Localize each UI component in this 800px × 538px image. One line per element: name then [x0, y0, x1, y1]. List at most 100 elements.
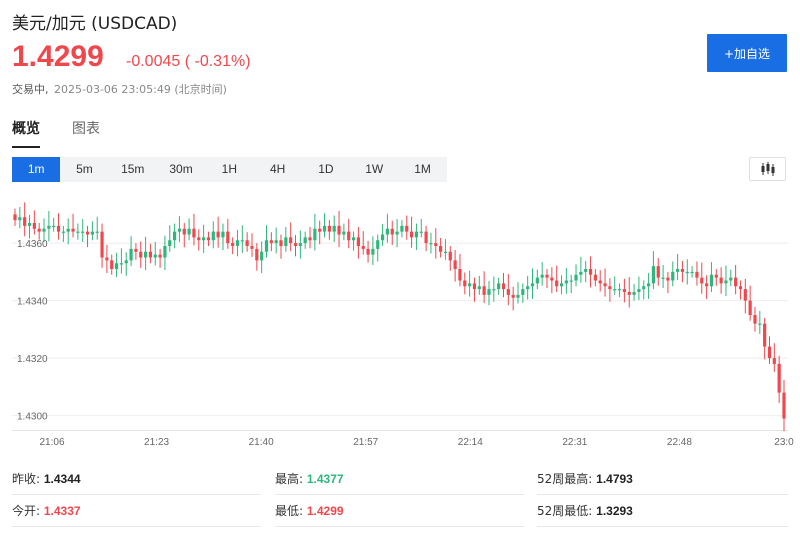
- view-tabs: 概览 图表: [12, 118, 132, 148]
- x-tick-label: 21:40: [249, 437, 274, 448]
- candle-body: [501, 283, 506, 290]
- x-tick-label: 21:06: [39, 437, 64, 448]
- stat-label: 最低:: [275, 504, 304, 518]
- candle-body: [361, 246, 365, 249]
- change-percent: ( -0.31%): [184, 53, 251, 70]
- candle-body: [666, 277, 670, 281]
- candle-body: [192, 228, 196, 238]
- candle-body: [235, 240, 240, 246]
- candle-body: [777, 363, 781, 393]
- period-30m[interactable]: 30m: [157, 157, 205, 182]
- candle-body: [105, 257, 109, 261]
- candle-body: [269, 240, 273, 244]
- candle-body: [351, 237, 356, 241]
- candle-body: [661, 277, 665, 279]
- candle-body: [714, 274, 718, 278]
- candle-body: [153, 254, 157, 258]
- x-tick-label: 21:57: [353, 437, 378, 448]
- timezone-label: (北京时间): [174, 83, 227, 96]
- stat-value: 1.4344: [43, 472, 81, 486]
- candle-body: [613, 289, 617, 291]
- change-value: -0.0045: [126, 53, 181, 70]
- candle-body: [559, 283, 564, 287]
- current-price: 1.4299: [12, 40, 104, 73]
- candle-body: [680, 269, 685, 272]
- candle-body: [114, 263, 119, 269]
- candle-body: [767, 346, 772, 359]
- candle-body: [671, 271, 675, 281]
- candle-body: [763, 323, 767, 347]
- add-to-watchlist-button[interactable]: +加自选: [707, 34, 787, 72]
- candle-body: [593, 274, 597, 281]
- candle-body: [289, 237, 293, 244]
- x-tick-label: 22:31: [562, 437, 587, 448]
- candle-body: [240, 240, 244, 242]
- candle-body: [337, 225, 341, 235]
- candle-body: [37, 228, 41, 232]
- candle-body: [298, 243, 302, 246]
- tab-overview[interactable]: 概览: [12, 118, 40, 148]
- candle-body: [588, 269, 593, 275]
- candle-body: [255, 248, 259, 261]
- candle-body: [173, 231, 177, 241]
- candle-body: [748, 300, 752, 315]
- period-1mo[interactable]: 1M: [398, 157, 446, 182]
- candle-body: [429, 243, 433, 245]
- candle-body: [705, 283, 709, 287]
- candle-body: [231, 243, 235, 246]
- period-selector: 1m 5m 15m 30m 1H 4H 1D 1W 1M: [12, 157, 447, 182]
- stats-row-1: 昨收: 1.4344 最高: 1.4377 52周最高: 1.4793: [12, 466, 788, 498]
- candle-body: [550, 277, 554, 281]
- candle-body: [603, 283, 607, 287]
- stat-high: 最高: 1.4377: [275, 466, 524, 495]
- stat-label: 最高:: [275, 472, 304, 486]
- candle-body: [143, 251, 148, 258]
- candle-body: [675, 269, 680, 272]
- candle-body: [293, 243, 298, 246]
- candle-body: [221, 231, 225, 238]
- chart-type-toggle-button[interactable]: [749, 157, 786, 181]
- period-15m[interactable]: 15m: [109, 157, 157, 182]
- candle-body: [110, 260, 114, 269]
- candle-body: [376, 240, 380, 249]
- market-status-line: 交易中, 2025-03-06 23:05:49 (北京时间): [12, 81, 227, 97]
- candle-body: [76, 231, 80, 233]
- candlestick-chart[interactable]: 1.4360 1.4340 1.4320 1.4300 21:06 21:23 21:40 2…: [0, 190, 800, 458]
- period-1d[interactable]: 1D: [302, 157, 350, 182]
- period-1w[interactable]: 1W: [350, 157, 398, 182]
- candle-body: [487, 289, 491, 295]
- candle-body: [685, 271, 689, 274]
- candle-body: [419, 231, 423, 233]
- candle-body: [409, 231, 414, 238]
- candle-body: [424, 231, 428, 244]
- candle-body: [646, 283, 651, 287]
- stat-label: 昨收:: [12, 472, 41, 486]
- candle-body: [197, 237, 201, 241]
- candle-body: [303, 237, 307, 244]
- tab-chart[interactable]: 图表: [72, 118, 100, 148]
- candle-body: [772, 358, 776, 364]
- period-5m[interactable]: 5m: [60, 157, 108, 182]
- stat-label: 52周最高:: [537, 472, 593, 486]
- candle-body: [332, 225, 336, 232]
- candle-body: [284, 237, 288, 246]
- candle-body: [521, 289, 525, 295]
- candle-body: [81, 231, 85, 233]
- candle-body: [608, 286, 612, 290]
- candle-body: [139, 251, 143, 258]
- candle-body: [274, 240, 278, 244]
- candle-body: [308, 237, 312, 241]
- y-tick-label: 1.4360: [17, 239, 48, 250]
- candle-body: [598, 280, 602, 284]
- candle-body: [579, 271, 583, 275]
- candle-body: [322, 225, 327, 232]
- stat-value: 1.4337: [43, 504, 81, 518]
- candle-body: [482, 286, 486, 295]
- candle-body: [738, 286, 743, 290]
- period-1h[interactable]: 1H: [205, 157, 253, 182]
- y-tick-label: 1.4340: [17, 297, 48, 308]
- period-4h[interactable]: 4H: [253, 157, 301, 182]
- candle-body: [400, 225, 404, 232]
- period-1m[interactable]: 1m: [12, 157, 61, 182]
- candle-body: [526, 286, 530, 290]
